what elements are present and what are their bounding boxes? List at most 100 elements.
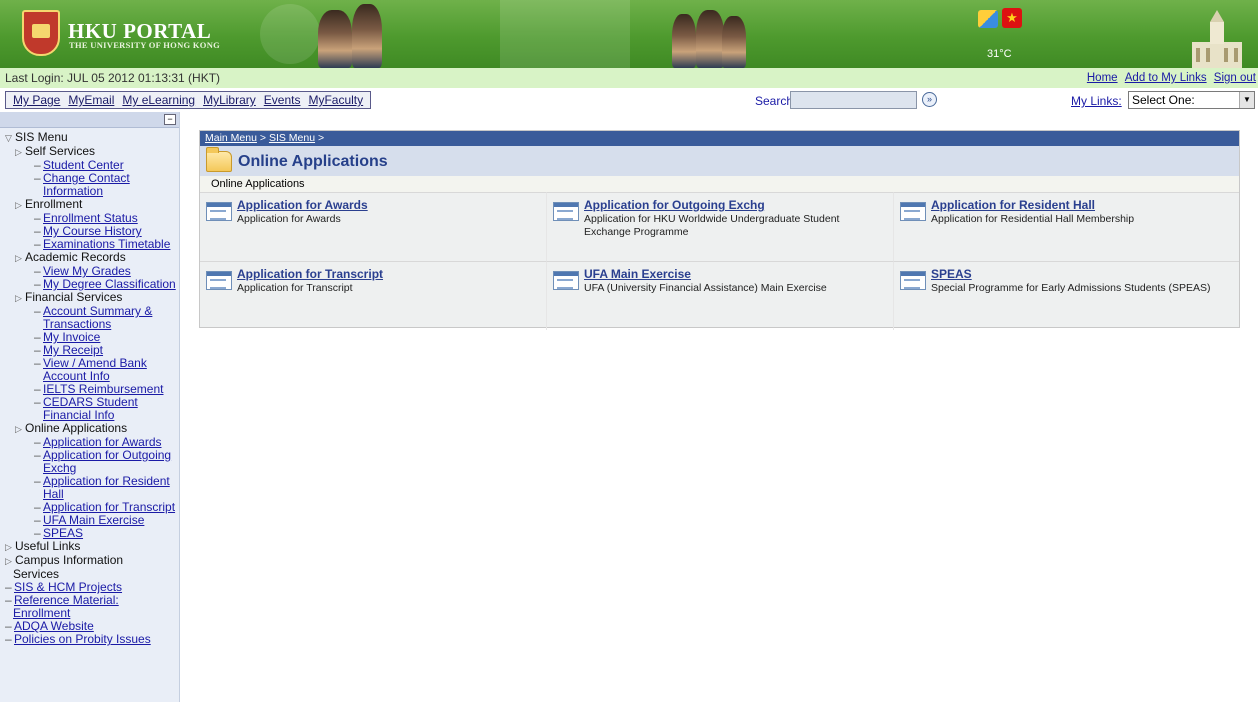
application-link[interactable]: Application for Awards (237, 199, 540, 212)
sidebar-link[interactable]: Account Summary & (43, 304, 152, 318)
sidebar-link[interactable]: SIS & HCM Projects (14, 580, 122, 594)
sidebar-link[interactable]: Exchg (43, 461, 76, 475)
sidebar-folder-self-services[interactable]: ▷ Self Services (0, 145, 179, 159)
application-window-icon[interactable] (206, 202, 232, 221)
sidebar-link[interactable]: Examinations Timetable (43, 237, 170, 251)
hku-crest-logo (22, 10, 60, 56)
sidebar-link[interactable]: CEDARS Student (43, 395, 138, 409)
sidebar-folder-sis-menu[interactable]: ▽ SIS Menu (0, 131, 179, 145)
sidebar-folder-online-applications[interactable]: ▷ Online Applications (0, 422, 179, 436)
sidebar-item-probity[interactable]: – Policies on Probity Issues (0, 633, 179, 646)
banner-photo-student (318, 10, 352, 68)
application-card-transcript: Application for Transcript Application f… (200, 261, 547, 330)
search-go-icon[interactable]: » (922, 92, 937, 107)
application-description: UFA (University Financial Assistance) Ma… (584, 282, 827, 294)
sidebar-link[interactable]: Application for Resident (43, 474, 170, 488)
sidebar-link[interactable]: Application for Transcript (43, 500, 175, 514)
sidebar-link[interactable]: Enrollment Status (43, 211, 138, 225)
my-links-link[interactable]: My Links: (1071, 94, 1122, 108)
application-window-icon[interactable] (553, 271, 579, 290)
sidebar-folder-label: Campus Information (15, 553, 124, 567)
sign-out-link[interactable]: Sign out (1214, 72, 1256, 84)
banner-photo-student (722, 16, 746, 68)
search-input[interactable] (790, 91, 917, 109)
top-links: Home Add to My Links Sign out (1083, 72, 1256, 84)
banner-building-image (500, 0, 630, 68)
breadcrumb-separator: > (259, 132, 269, 144)
application-window-icon[interactable] (553, 202, 579, 221)
folder-icon (206, 147, 232, 172)
university-name: THE UNIVERSITY OF HONG KONG (69, 40, 221, 50)
tab-my-page[interactable]: My Page (13, 93, 60, 107)
application-link[interactable]: UFA Main Exercise (584, 268, 887, 281)
sidebar-link[interactable]: Reference Material: (14, 593, 119, 607)
sidebar-link[interactable]: UFA Main Exercise (43, 513, 144, 527)
breadcrumb-separator: > (317, 132, 325, 144)
application-card-speas: SPEAS Special Programme for Early Admiss… (894, 261, 1239, 330)
banner-photo-student (672, 14, 696, 68)
my-links-select[interactable]: Select One: ▼ (1128, 91, 1255, 109)
portal-banner: HKU PORTAL THE UNIVERSITY OF HONG KONG ★… (0, 0, 1258, 68)
application-window-icon[interactable] (900, 202, 926, 221)
breadcrumb-sis-menu[interactable]: SIS Menu (269, 132, 315, 144)
sidebar-link[interactable]: Application for Outgoing (43, 448, 171, 462)
sidebar-link[interactable]: Change Contact (43, 171, 130, 185)
tab-my-elearning[interactable]: My eLearning (122, 93, 195, 107)
triangle-down-icon: ▽ (5, 133, 12, 143)
tab-myemail[interactable]: MyEmail (68, 93, 114, 107)
triangle-right-icon: ▷ (15, 253, 22, 263)
sidebar-link[interactable]: Account Info (43, 369, 110, 383)
application-card-awards: Application for Awards Application for A… (200, 192, 547, 261)
application-description: Application for Residential Hall Members… (931, 213, 1135, 225)
application-link[interactable]: Application for Outgoing Exchg (584, 199, 887, 212)
sidebar-link[interactable]: My Course History (43, 224, 142, 238)
sidebar-folder-enrollment[interactable]: ▷ Enrollment (0, 198, 179, 212)
application-card-ufa: UFA Main Exercise UFA (University Financ… (547, 261, 894, 330)
application-window-icon[interactable] (206, 271, 232, 290)
sidebar-link[interactable]: My Receipt (43, 343, 103, 357)
tab-myfaculty[interactable]: MyFaculty (308, 93, 363, 107)
sidebar-folder-label: Services (13, 567, 60, 581)
application-link[interactable]: Application for Transcript (237, 268, 540, 281)
tab-mylibrary[interactable]: MyLibrary (203, 93, 256, 107)
application-window-icon[interactable] (900, 271, 926, 290)
breadcrumb-main-menu[interactable]: Main Menu (205, 132, 257, 144)
sidebar-item-app-exchange[interactable]: – Application for Outgoing (0, 449, 179, 462)
my-links-selected-value: Select One: (1132, 93, 1195, 107)
sidebar-link[interactable]: My Degree Classification (43, 277, 176, 291)
sis-sidebar: − ▽ SIS Menu ▷ Self Services – Student Cent… (0, 112, 180, 702)
collapse-icon[interactable]: − (164, 114, 176, 125)
sidebar-item-ufa[interactable]: – UFA Main Exercise (0, 514, 179, 527)
sidebar-link[interactable]: IELTS Reimbursement (43, 382, 164, 396)
tab-events[interactable]: Events (264, 93, 301, 107)
sidebar-link[interactable]: Policies on Probity Issues (14, 632, 151, 646)
application-link[interactable]: Application for Resident Hall (931, 199, 1233, 212)
sidebar-folder-label: Academic Records (25, 250, 126, 264)
triangle-right-icon: ▷ (15, 424, 22, 434)
sidebar-link[interactable]: ADQA Website (14, 619, 94, 633)
sidebar-link[interactable]: Student Center (43, 158, 124, 172)
application-link[interactable]: SPEAS (931, 268, 1233, 281)
sidebar-folder-label: SIS Menu (15, 130, 68, 144)
sidebar-folder-useful-links[interactable]: ▷ Useful Links (0, 540, 179, 554)
sidebar-link[interactable]: SPEAS (43, 526, 83, 540)
sidebar-link[interactable]: View / Amend Bank (43, 356, 147, 370)
add-to-my-links-link[interactable]: Add to My Links (1125, 72, 1207, 84)
sidebar-link[interactable]: Application for Awards (43, 435, 162, 449)
banner-decoration (260, 4, 320, 64)
sidebar-link[interactable]: Information (43, 184, 103, 198)
sidebar-item-app-hall[interactable]: – Application for Resident (0, 475, 179, 488)
triangle-right-icon: ▷ (15, 200, 22, 210)
home-link[interactable]: Home (1087, 72, 1118, 84)
sidebar-link[interactable]: Enrollment (13, 606, 70, 620)
page-subtitle: Online Applications (200, 176, 1239, 192)
sidebar-link[interactable]: Financial Info (43, 408, 114, 422)
sidebar-folder-academic-records[interactable]: ▷ Academic Records (0, 251, 179, 265)
sidebar-link[interactable]: Transactions (43, 317, 111, 331)
sidebar-link[interactable]: View My Grades (43, 264, 131, 278)
sidebar-link[interactable]: My Invoice (43, 330, 100, 344)
sidebar-folder-campus-info[interactable]: ▷ Campus Information (0, 554, 179, 568)
sidebar-link[interactable]: Hall (43, 487, 64, 501)
sidebar-folder-financial-services[interactable]: ▷ Financial Services (0, 291, 179, 305)
last-login-text: Last Login: JUL 05 2012 01:13:31 (HKT) (5, 71, 221, 85)
